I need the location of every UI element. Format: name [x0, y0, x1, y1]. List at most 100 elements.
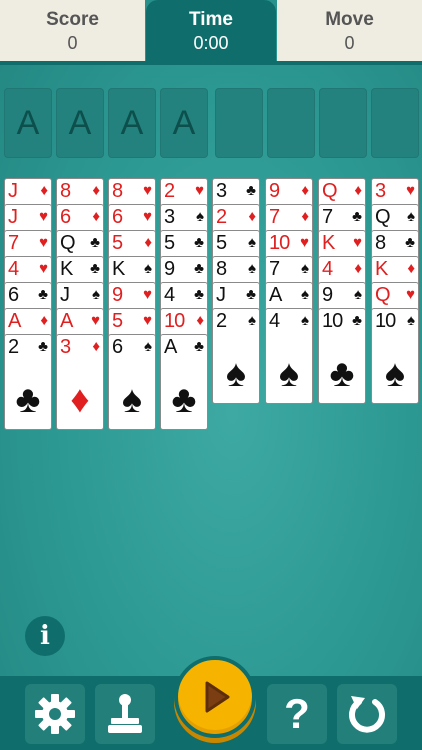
card-suit-icon: ♥: [195, 182, 204, 199]
time-value: 0:00: [193, 33, 229, 53]
card-suit-icon: ♣: [405, 234, 415, 251]
card-rank: 10: [322, 310, 343, 332]
header-bar: Score 0 Time 0:00 Move 0: [0, 0, 422, 65]
card-suit-icon: ♣: [352, 208, 362, 225]
card[interactable]: 3 ♦ ♦: [56, 334, 104, 430]
card[interactable]: 10 ♠ ♠: [371, 308, 419, 404]
card-suit-icon: ♦: [301, 182, 309, 199]
card-rank: J: [216, 284, 226, 306]
move-panel: Move 0: [277, 0, 422, 61]
card-rank: K: [375, 258, 388, 280]
card-rank: K: [322, 232, 335, 254]
foundation-slot[interactable]: A: [56, 88, 104, 158]
move-value: 0: [344, 33, 355, 53]
play-icon: [205, 681, 230, 713]
card-rank: A: [164, 336, 177, 358]
foundation-slot[interactable]: A: [160, 88, 208, 158]
info-button[interactable]: i: [25, 616, 65, 656]
card-rank: A: [60, 310, 73, 332]
card-center-suit-icon: ♠: [384, 353, 406, 395]
score-value: 0: [67, 33, 78, 53]
card-rank: 5: [112, 310, 123, 332]
card-suit-icon: ♥: [91, 312, 100, 329]
card-suit-icon: ♣: [194, 286, 204, 303]
free-cell-slot[interactable]: [319, 88, 367, 158]
card[interactable]: 4 ♠ ♠: [265, 308, 313, 404]
free-cell-slot[interactable]: [215, 88, 263, 158]
score-panel: Score 0: [0, 0, 145, 61]
card-suit-icon: ♦: [40, 312, 48, 329]
play-button[interactable]: [174, 656, 256, 738]
card-rank: 4: [8, 258, 19, 280]
card-rank: K: [60, 258, 73, 280]
card-center-suit-icon: ♠: [121, 379, 143, 421]
card-rank: 6: [8, 284, 19, 306]
card-suit-icon: ♥: [39, 260, 48, 277]
card-suit-icon: ♥: [143, 312, 152, 329]
card[interactable]: A ♣ ♣: [160, 334, 208, 430]
card-suit-icon: ♠: [92, 286, 100, 303]
gear-icon: [35, 694, 75, 734]
card-rank: 10: [269, 232, 290, 254]
card-suit-icon: ♥: [143, 182, 152, 199]
card-suit-icon: ♠: [301, 286, 309, 303]
card-rank: 7: [8, 232, 19, 254]
card-suit-icon: ♣: [246, 182, 256, 199]
card-rank: 7: [269, 206, 280, 228]
card-rank: 2: [164, 180, 175, 202]
settings-button[interactable]: [25, 684, 85, 744]
card-suit-icon: ♠: [354, 286, 362, 303]
card-rank: J: [60, 284, 70, 306]
card-rank: Q: [375, 284, 391, 306]
card-rank: A: [269, 284, 282, 306]
card-rank: Q: [375, 206, 391, 228]
help-button[interactable]: ?: [267, 684, 327, 744]
card-rank: 10: [375, 310, 396, 332]
card[interactable]: 10 ♣ ♣: [318, 308, 366, 404]
free-cell-slot[interactable]: [371, 88, 419, 158]
card-suit-icon: ♣: [90, 234, 100, 251]
card[interactable]: 2 ♠ ♠: [212, 308, 260, 404]
foundation-label: A: [16, 104, 40, 142]
card-rank: 9: [269, 180, 280, 202]
foundation-slot[interactable]: A: [108, 88, 156, 158]
card-rank: 8: [60, 180, 71, 202]
free-cell-slot[interactable]: [267, 88, 315, 158]
card-rank: 3: [216, 180, 227, 202]
score-label: Score: [46, 9, 99, 30]
card-rank: 3: [164, 206, 175, 228]
card-suit-icon: ♣: [38, 286, 48, 303]
card-suit-icon: ♦: [92, 182, 100, 199]
card-suit-icon: ♦: [354, 260, 362, 277]
card[interactable]: 6 ♠ ♠: [108, 334, 156, 430]
card-rank: 5: [216, 232, 227, 254]
card-suit-icon: ♠: [407, 312, 415, 329]
undo-button[interactable]: [337, 684, 397, 744]
foundation-slot[interactable]: A: [4, 88, 52, 158]
card-rank: 5: [164, 232, 175, 254]
foundation-label: A: [120, 104, 144, 142]
card-suit-icon: ♣: [194, 260, 204, 277]
card[interactable]: 2 ♣ ♣: [4, 334, 52, 430]
card-suit-icon: ♥: [300, 234, 309, 251]
card-suit-icon: ♣: [246, 286, 256, 303]
card-rank: 4: [269, 310, 280, 332]
card-suit-icon: ♥: [143, 208, 152, 225]
hint-button[interactable]: [95, 684, 155, 744]
card-suit-icon: ♠: [301, 312, 309, 329]
card-rank: 2: [8, 336, 19, 358]
card-suit-icon: ♠: [248, 260, 256, 277]
question-icon: ?: [284, 690, 310, 737]
foundation-label: A: [68, 104, 92, 142]
card-rank: 8: [216, 258, 227, 280]
card-rank: 8: [375, 232, 386, 254]
card-suit-icon: ♥: [39, 234, 48, 251]
time-label: Time: [188, 9, 233, 30]
card-rank: 4: [322, 258, 333, 280]
info-icon: i: [40, 621, 50, 651]
card-suit-icon: ♦: [354, 182, 362, 199]
card-suit-icon: ♦: [144, 234, 152, 251]
card-suit-icon: ♦: [92, 338, 100, 355]
card-rank: 2: [216, 310, 227, 332]
card-rank: A: [8, 310, 21, 332]
